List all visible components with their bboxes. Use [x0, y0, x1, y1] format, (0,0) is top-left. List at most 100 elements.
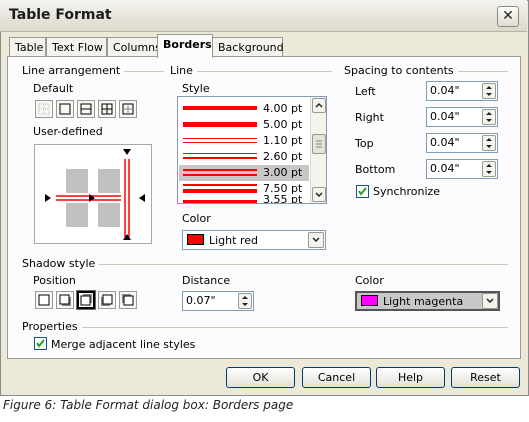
- line-style-label: 5.00 pt: [263, 118, 303, 131]
- synchronize-label: Synchronize: [373, 185, 441, 198]
- line-sample: [183, 106, 257, 110]
- default-presets: [35, 100, 139, 119]
- shadow-color-dropdown[interactable]: Light magenta: [355, 291, 500, 311]
- right-spacing-spinner[interactable]: [482, 109, 496, 125]
- preset-outer-inner-lines[interactable]: [119, 100, 137, 118]
- cancel-button[interactable]: Cancel: [302, 367, 371, 388]
- up-down-arrows-icon: [242, 296, 248, 306]
- line-sample: [183, 200, 257, 203]
- line-style-scrollbar[interactable]: [310, 97, 326, 203]
- line-color-label: Color: [182, 212, 211, 225]
- shadow-top-left-button[interactable]: [119, 291, 137, 309]
- left-spacing-field[interactable]: 0.04": [426, 81, 498, 101]
- line-sample: [183, 138, 257, 139]
- shadow-bottom-left-icon: [101, 294, 113, 306]
- user-defined-border-preview[interactable]: [34, 144, 152, 244]
- line-sample: [183, 174, 257, 176]
- checkmark-icon: [358, 187, 367, 196]
- right-spacing-value: 0.04": [430, 110, 460, 123]
- preset-outer-horizontal[interactable]: [77, 100, 95, 118]
- all-borders-icon: [101, 103, 113, 115]
- bottom-label: Bottom: [355, 163, 396, 176]
- shadow-top-left-icon: [122, 294, 134, 306]
- left-spacing-spinner[interactable]: [482, 83, 496, 99]
- list-item[interactable]: 1.10 pt: [179, 133, 309, 149]
- shadow-bottom-left-button[interactable]: [98, 291, 116, 309]
- outer-border-icon: [59, 103, 71, 115]
- merge-adjacent-label: Merge adjacent line styles: [51, 338, 196, 351]
- line-color-dropdown-button[interactable]: [308, 232, 324, 248]
- checkmark-icon: [36, 339, 45, 348]
- left-label: Left: [355, 85, 376, 98]
- line-sample: [183, 122, 257, 127]
- shadow-bottom-right-button[interactable]: [56, 291, 74, 309]
- shadow-color-dropdown-button[interactable]: [482, 293, 498, 309]
- line-color-value: Light red: [209, 234, 258, 247]
- tab-table[interactable]: Table: [9, 37, 46, 57]
- list-item[interactable]: 2.60 pt: [179, 149, 309, 165]
- line-title: Line: [170, 64, 197, 77]
- list-item[interactable]: 3.55 pt: [179, 193, 309, 203]
- right-label: Right: [355, 111, 384, 124]
- top-spacing-spinner[interactable]: [482, 135, 496, 151]
- line-style-label: 2.60 pt: [263, 150, 303, 163]
- right-spacing-field[interactable]: 0.04": [426, 107, 498, 127]
- line-sample: [183, 189, 257, 193]
- left-spacing-value: 0.04": [430, 84, 460, 97]
- shadow-color-label: Color: [355, 274, 384, 287]
- up-down-arrows-icon: [486, 112, 492, 122]
- chevron-down-icon: [486, 298, 494, 304]
- tab-text-flow[interactable]: Text Flow: [46, 37, 107, 57]
- line-sample: [183, 142, 257, 143]
- up-down-arrows-icon: [486, 86, 492, 96]
- top-label: Top: [355, 137, 374, 150]
- top-spacing-field[interactable]: 0.04": [426, 133, 498, 153]
- list-item[interactable]: 4.00 pt: [179, 101, 309, 117]
- help-button[interactable]: Help: [376, 367, 445, 388]
- ok-button[interactable]: OK: [226, 367, 295, 388]
- shadow-color-value: Light magenta: [383, 295, 464, 308]
- shadow-bottom-right-icon: [59, 294, 71, 306]
- line-style-label: 1.10 pt: [263, 134, 303, 147]
- bottom-spacing-field[interactable]: 0.04": [426, 159, 498, 179]
- shadow-color-swatch: [361, 295, 378, 306]
- title-bar[interactable]: Table Format ✕: [0, 0, 527, 32]
- figure-caption: Figure 6: Table Format dialog box: Borde…: [3, 398, 294, 412]
- outer-horizontal-border-icon: [80, 103, 92, 115]
- list-item[interactable]: 5.00 pt: [179, 117, 309, 133]
- reset-button[interactable]: Reset: [451, 367, 520, 388]
- close-button[interactable]: ✕: [497, 6, 519, 27]
- line-sample: [183, 169, 257, 171]
- no-borders-icon: [38, 103, 50, 115]
- scroll-up-button[interactable]: [312, 98, 326, 113]
- shadow-distance-field[interactable]: 0.07": [182, 291, 254, 311]
- bottom-spacing-value: 0.04": [430, 162, 460, 175]
- tab-background[interactable]: Background: [212, 37, 284, 57]
- scroll-down-button[interactable]: [312, 187, 326, 202]
- shadow-distance-spinner[interactable]: [238, 293, 252, 309]
- shadow-position-presets: [35, 290, 139, 311]
- shadow-distance-value: 0.07": [186, 294, 216, 307]
- preset-all-borders[interactable]: [98, 100, 116, 118]
- properties-separator: [22, 327, 508, 328]
- bottom-spacing-spinner[interactable]: [482, 161, 496, 177]
- chevron-down-icon: [315, 192, 323, 198]
- close-icon: ✕: [502, 8, 514, 24]
- shadow-none-button[interactable]: [35, 291, 53, 309]
- scroll-thumb[interactable]: [312, 134, 326, 154]
- style-label: Style: [182, 82, 210, 95]
- shadow-style-title: Shadow style: [22, 257, 100, 270]
- line-style-list[interactable]: 4.00 pt 5.00 pt 1.10 pt 2.60 pt 3.00 pt …: [177, 96, 327, 204]
- preset-no-borders[interactable]: [35, 100, 53, 118]
- chevron-down-icon: [312, 237, 320, 243]
- merge-adjacent-checkbox[interactable]: [34, 337, 47, 350]
- shadow-top-right-icon: [80, 294, 92, 306]
- line-sample: [183, 184, 257, 186]
- line-color-dropdown[interactable]: Light red: [182, 230, 326, 250]
- list-item-selected[interactable]: 3.00 pt: [179, 165, 309, 181]
- shadow-top-right-button[interactable]: [76, 290, 96, 310]
- preset-outer-border[interactable]: [56, 100, 74, 118]
- tab-borders[interactable]: Borders: [157, 34, 213, 58]
- tab-columns[interactable]: Columns: [107, 37, 161, 57]
- synchronize-checkbox[interactable]: [356, 185, 369, 198]
